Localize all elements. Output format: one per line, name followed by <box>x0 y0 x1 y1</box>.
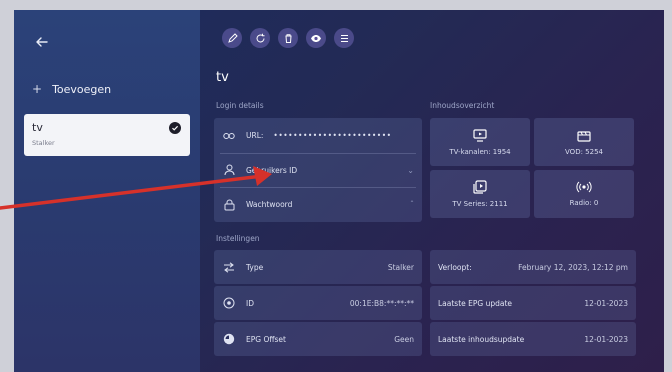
content-update-label: Laatste inhoudsupdate <box>438 334 525 344</box>
swap-icon <box>222 260 236 274</box>
back-button[interactable] <box>32 32 52 52</box>
id-row[interactable]: ID 00:1E:B8:**:**:** <box>214 286 422 320</box>
id-label: ID <box>246 298 254 308</box>
pencil-icon <box>227 32 238 43</box>
link-icon <box>222 129 236 143</box>
playlist-card[interactable]: tv Stalker <box>24 114 190 156</box>
globe-icon <box>222 296 236 310</box>
clapperboard-icon <box>577 130 591 142</box>
tv-channels-tile[interactable]: TV-kanalen: 1954 <box>430 118 530 166</box>
plus-icon: + <box>32 82 43 96</box>
delete-button[interactable] <box>278 28 298 48</box>
page-title: tv <box>216 70 229 85</box>
list-icon <box>340 34 348 42</box>
epg-offset-value: Geen <box>394 334 414 344</box>
tv-channels-count: TV-kanalen: 1954 <box>449 147 511 156</box>
epg-offset-row[interactable]: EPG Offset Geen <box>214 322 422 356</box>
type-row[interactable]: Type Stalker <box>214 250 422 284</box>
sidebar: + Toevoegen tv Stalker <box>14 10 200 372</box>
add-playlist-label: Toevoegen <box>52 82 112 96</box>
arrow-left-icon <box>36 37 48 47</box>
radio-count: Radio: 0 <box>569 199 599 207</box>
expires-row: Verloopt: February 12, 2023, 12:12 pm <box>430 250 636 284</box>
trash-icon <box>285 33 291 43</box>
url-label: URL: <box>246 131 264 140</box>
series-icon <box>473 180 487 194</box>
view-button[interactable] <box>306 28 326 48</box>
refresh-icon <box>256 33 264 42</box>
tv-series-count: TV Series: 2111 <box>452 200 508 208</box>
app-screen: + Toevoegen tv Stalker tv Login details … <box>14 10 664 372</box>
settings-section-heading: Instellingen <box>216 234 260 243</box>
epg-offset-label: EPG Offset <box>246 334 286 344</box>
clock-icon <box>222 332 236 346</box>
url-value: •••••••••••••••••••••••• <box>273 131 392 140</box>
username-row[interactable]: Gebruikers ID ⌄ <box>214 153 422 187</box>
check-circle-icon <box>169 122 181 134</box>
id-value: 00:1E:B8:**:**:** <box>349 298 414 308</box>
playlist-name: tv <box>32 121 43 134</box>
password-label: Wachtwoord <box>246 200 293 209</box>
content-section-heading: Inhoudsoverzicht <box>430 101 495 110</box>
type-label: Type <box>246 262 264 272</box>
edit-button[interactable] <box>222 28 242 48</box>
login-section-heading: Login details <box>216 101 264 110</box>
epg-update-row: Laatste EPG update 12-01-2023 <box>430 286 636 320</box>
password-row[interactable]: Wachtwoord ˆ <box>214 187 422 222</box>
lock-icon <box>222 198 236 212</box>
username-label: Gebruikers ID <box>246 165 298 175</box>
toolbar <box>222 28 354 48</box>
chevron-down-icon: ⌄ <box>407 165 414 175</box>
user-icon <box>222 163 236 177</box>
eye-icon <box>311 34 321 42</box>
radio-tile[interactable]: Radio: 0 <box>534 170 634 218</box>
tv-icon <box>473 128 487 142</box>
expires-value: February 12, 2023, 12:12 pm <box>518 262 628 272</box>
tv-series-tile[interactable]: TV Series: 2111 <box>430 170 530 218</box>
vod-tile[interactable]: VOD: 5254 <box>534 118 634 166</box>
expires-label: Verloopt: <box>438 262 472 272</box>
epg-update-label: Laatste EPG update <box>438 298 513 308</box>
chevron-up-icon: ˆ <box>410 200 414 209</box>
refresh-button[interactable] <box>250 28 270 48</box>
radio-icon <box>576 181 592 193</box>
url-row[interactable]: URL: •••••••••••••••••••••••• <box>214 118 422 153</box>
login-details-panel: URL: •••••••••••••••••••••••• Gebruikers… <box>214 118 422 222</box>
add-playlist-button[interactable]: + Toevoegen <box>32 82 111 96</box>
content-update-row: Laatste inhoudsupdate 12-01-2023 <box>430 322 636 356</box>
type-value: Stalker <box>387 262 414 272</box>
content-update-value: 12-01-2023 <box>584 334 628 344</box>
playlist-type: Stalker <box>32 139 55 147</box>
vod-count: VOD: 5254 <box>565 147 603 156</box>
list-button[interactable] <box>334 28 354 48</box>
epg-update-value: 12-01-2023 <box>584 298 628 308</box>
